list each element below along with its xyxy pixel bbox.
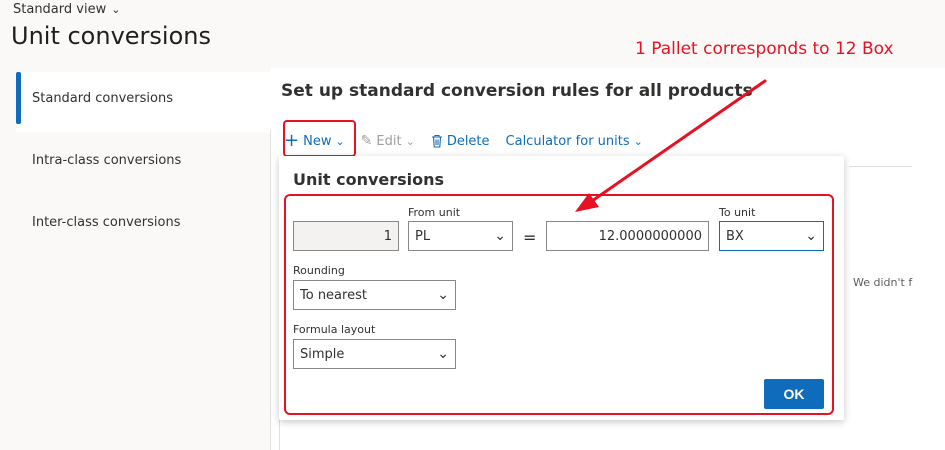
delete-button[interactable]: Delete — [431, 134, 490, 149]
formula-layout-value: Simple — [300, 346, 345, 362]
nav-active-indicator — [16, 72, 21, 124]
empty-grid-message: We didn't f — [853, 276, 913, 289]
chevron-down-icon: ⌄ — [805, 228, 817, 244]
from-unit-select[interactable]: PL ⌄ — [408, 221, 513, 251]
ok-button[interactable]: OK — [764, 379, 824, 409]
delete-button-label: Delete — [446, 133, 490, 149]
to-unit-value: BX — [726, 228, 744, 244]
chevron-down-icon: ⌄ — [633, 134, 643, 148]
nav-item-intra-class-conversions[interactable]: Intra-class conversions — [32, 153, 181, 168]
annotation-text: 1 Pallet corresponds to 12 Box — [635, 39, 894, 59]
dialog-title: Unit conversions — [293, 170, 445, 189]
page-title: Unit conversions — [11, 22, 211, 50]
trash-icon — [431, 134, 442, 148]
left-nav: Standard conversions Intra-class convers… — [0, 68, 271, 450]
chevron-down-icon: ⌄ — [437, 287, 449, 303]
section-heading: Set up standard conversion rules for all… — [281, 81, 753, 101]
chevron-down-icon: ⌄ — [111, 3, 121, 16]
view-selector[interactable]: Standard view ⌄ — [13, 2, 120, 17]
calculator-for-units-button[interactable]: Calculator for units ⌄ — [506, 134, 643, 149]
to-unit-select[interactable]: BX ⌄ — [719, 221, 824, 251]
quantity-field: 1 — [293, 221, 399, 251]
edit-button-label: Edit — [376, 133, 402, 149]
nav-item-inter-class-conversions[interactable]: Inter-class conversions — [32, 215, 181, 230]
conversion-factor-value: 12.0000000000 — [598, 228, 702, 244]
rounding-label: Rounding — [293, 264, 345, 277]
equals-sign: = — [523, 228, 537, 247]
nav-item-standard-conversions[interactable]: Standard conversions — [32, 91, 173, 106]
formula-layout-label: Formula layout — [293, 323, 376, 336]
unit-conversions-dialog: Unit conversions 1 From unit PL ⌄ = 12.0… — [279, 156, 844, 420]
to-unit-label: To unit — [719, 206, 756, 219]
pencil-icon: ✎ — [360, 133, 373, 149]
chevron-down-icon: ⌄ — [494, 228, 506, 244]
edit-button[interactable]: ✎ Edit ⌄ — [361, 133, 415, 149]
from-unit-label: From unit — [408, 206, 461, 219]
chevron-down-icon: ⌄ — [437, 346, 449, 362]
from-unit-value: PL — [415, 228, 431, 244]
new-button-highlight — [283, 120, 356, 157]
rounding-value: To nearest — [300, 287, 367, 303]
view-label: Standard view — [13, 2, 107, 17]
grid-header-line — [849, 166, 912, 167]
conversion-factor-input[interactable]: 12.0000000000 — [546, 221, 709, 251]
calculator-button-label: Calculator for units — [505, 133, 630, 149]
chevron-down-icon: ⌄ — [405, 134, 415, 148]
formula-layout-select[interactable]: Simple ⌄ — [293, 339, 456, 369]
rounding-select[interactable]: To nearest ⌄ — [293, 280, 456, 310]
quantity-value: 1 — [383, 228, 392, 244]
